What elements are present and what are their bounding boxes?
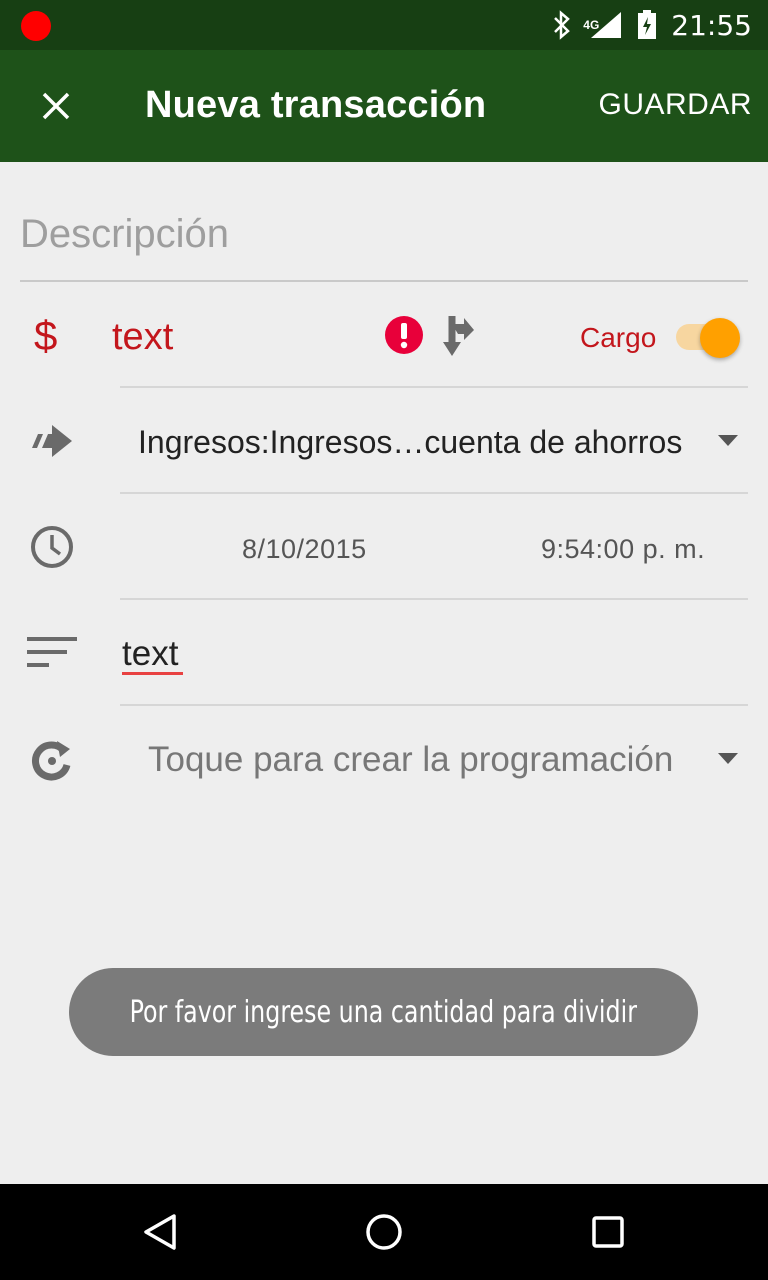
notes-input[interactable]: text xyxy=(122,634,178,674)
chevron-down-icon[interactable] xyxy=(718,435,738,446)
currency-symbol: $ xyxy=(34,312,58,359)
split-icon xyxy=(443,316,474,356)
close-icon xyxy=(42,92,70,120)
error-alert-icon xyxy=(384,315,424,360)
recents-button[interactable] xyxy=(584,1208,632,1256)
description-field[interactable]: Descripción xyxy=(20,200,748,282)
home-button[interactable] xyxy=(360,1208,408,1256)
signal-icon: 4G xyxy=(583,10,623,40)
transaction-type-label: Cargo xyxy=(580,322,657,353)
toggle-thumb xyxy=(700,318,740,358)
navigation-bar xyxy=(0,1184,768,1280)
notes-icon xyxy=(24,624,80,680)
transaction-type-toggle[interactable] xyxy=(676,318,742,358)
toast-text: Por favor ingrese una cantidad para divi… xyxy=(129,994,638,1030)
home-icon xyxy=(366,1214,402,1250)
date-field[interactable]: 8/10/2015 xyxy=(242,534,367,565)
battery-charging-icon xyxy=(637,10,657,40)
transfer-account-select[interactable]: Ingresos:Ingresos…cuenta de ahorros xyxy=(138,424,682,461)
schedule-select[interactable]: Toque para crear la programación xyxy=(148,740,673,780)
amount-input[interactable]: text xyxy=(112,316,173,359)
back-button[interactable] xyxy=(136,1208,184,1256)
close-button[interactable] xyxy=(28,78,84,134)
page-title: Nueva transacción xyxy=(145,84,487,126)
bluetooth-icon xyxy=(551,10,573,40)
divider xyxy=(120,598,748,600)
divider xyxy=(120,704,748,706)
back-icon xyxy=(144,1214,176,1250)
split-transaction-button[interactable] xyxy=(436,310,476,365)
time-field[interactable]: 9:54:00 p. m. xyxy=(541,534,705,565)
status-bar: 4G 21:55 xyxy=(0,0,768,50)
clock-icon xyxy=(24,519,80,575)
transfer-icon xyxy=(24,413,80,469)
divider xyxy=(120,386,748,388)
chevron-down-icon[interactable] xyxy=(718,753,738,764)
spellcheck-underline xyxy=(122,672,183,675)
description-placeholder: Descripción xyxy=(20,212,229,256)
recording-indicator-icon xyxy=(21,11,51,41)
clock: 21:55 xyxy=(671,8,752,42)
divider xyxy=(120,492,748,494)
recurrence-icon xyxy=(24,731,80,787)
recents-icon xyxy=(592,1216,624,1248)
network-type-label: 4G xyxy=(583,18,600,32)
save-button[interactable]: GUARDAR xyxy=(598,88,752,122)
app-bar: Nueva transacción GUARDAR xyxy=(0,50,768,162)
toast-message: Por favor ingrese una cantidad para divi… xyxy=(69,968,698,1056)
